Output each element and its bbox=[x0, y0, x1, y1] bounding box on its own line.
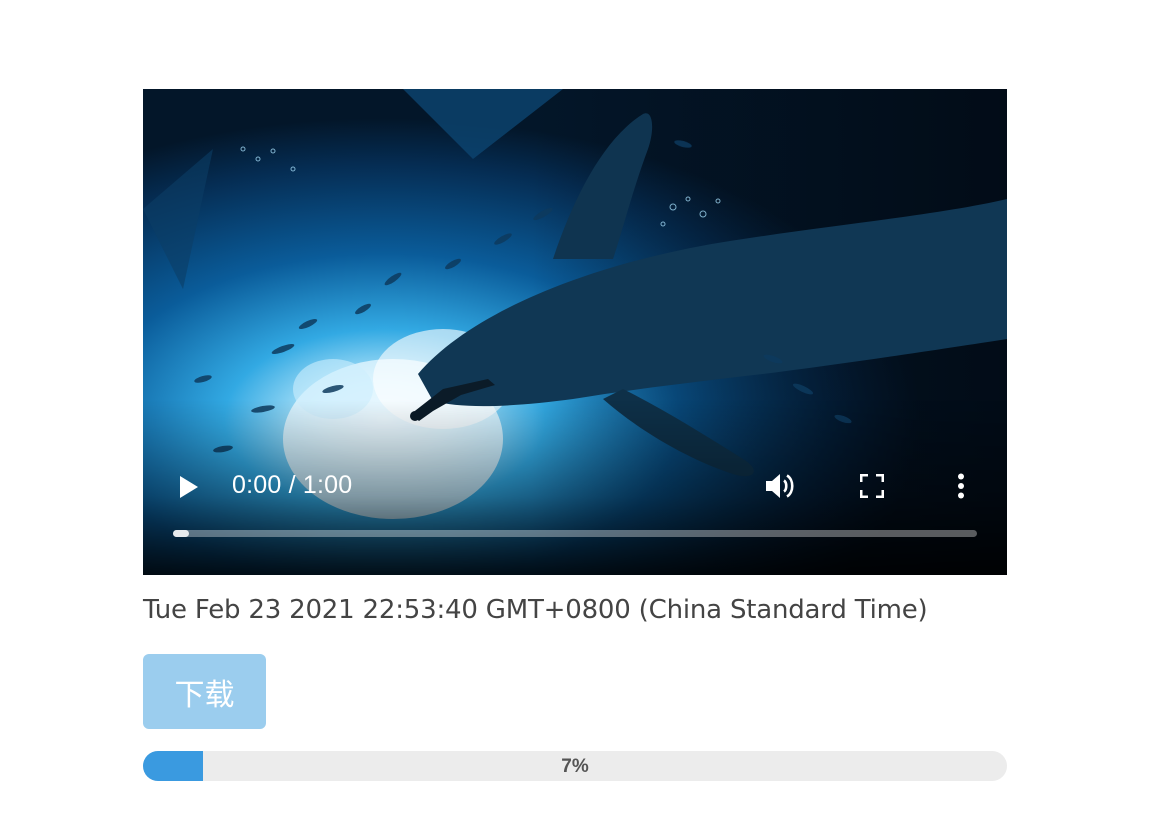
more-vert-icon bbox=[958, 473, 964, 499]
volume-icon bbox=[766, 474, 794, 498]
download-progress-bar: 7% bbox=[143, 751, 1007, 781]
seek-bar-played bbox=[173, 530, 189, 537]
play-button[interactable] bbox=[173, 471, 205, 503]
volume-button[interactable] bbox=[764, 469, 798, 503]
time-display: 0:00 / 1:00 bbox=[232, 471, 353, 499]
download-progress-label: 7% bbox=[561, 756, 589, 777]
download-button[interactable]: 下载 bbox=[143, 654, 266, 729]
fullscreen-button[interactable] bbox=[856, 470, 888, 502]
more-options-button[interactable] bbox=[949, 470, 973, 502]
timestamp-text: Tue Feb 23 2021 22:53:40 GMT+0800 (China… bbox=[143, 595, 928, 625]
fullscreen-icon bbox=[860, 474, 884, 498]
play-icon bbox=[180, 476, 198, 498]
page: 0:00 / 1:00 Tue Feb 23 2021 22:53:40 GMT… bbox=[0, 0, 1158, 823]
video-player[interactable]: 0:00 / 1:00 bbox=[143, 89, 1007, 575]
seek-bar[interactable] bbox=[173, 530, 977, 537]
